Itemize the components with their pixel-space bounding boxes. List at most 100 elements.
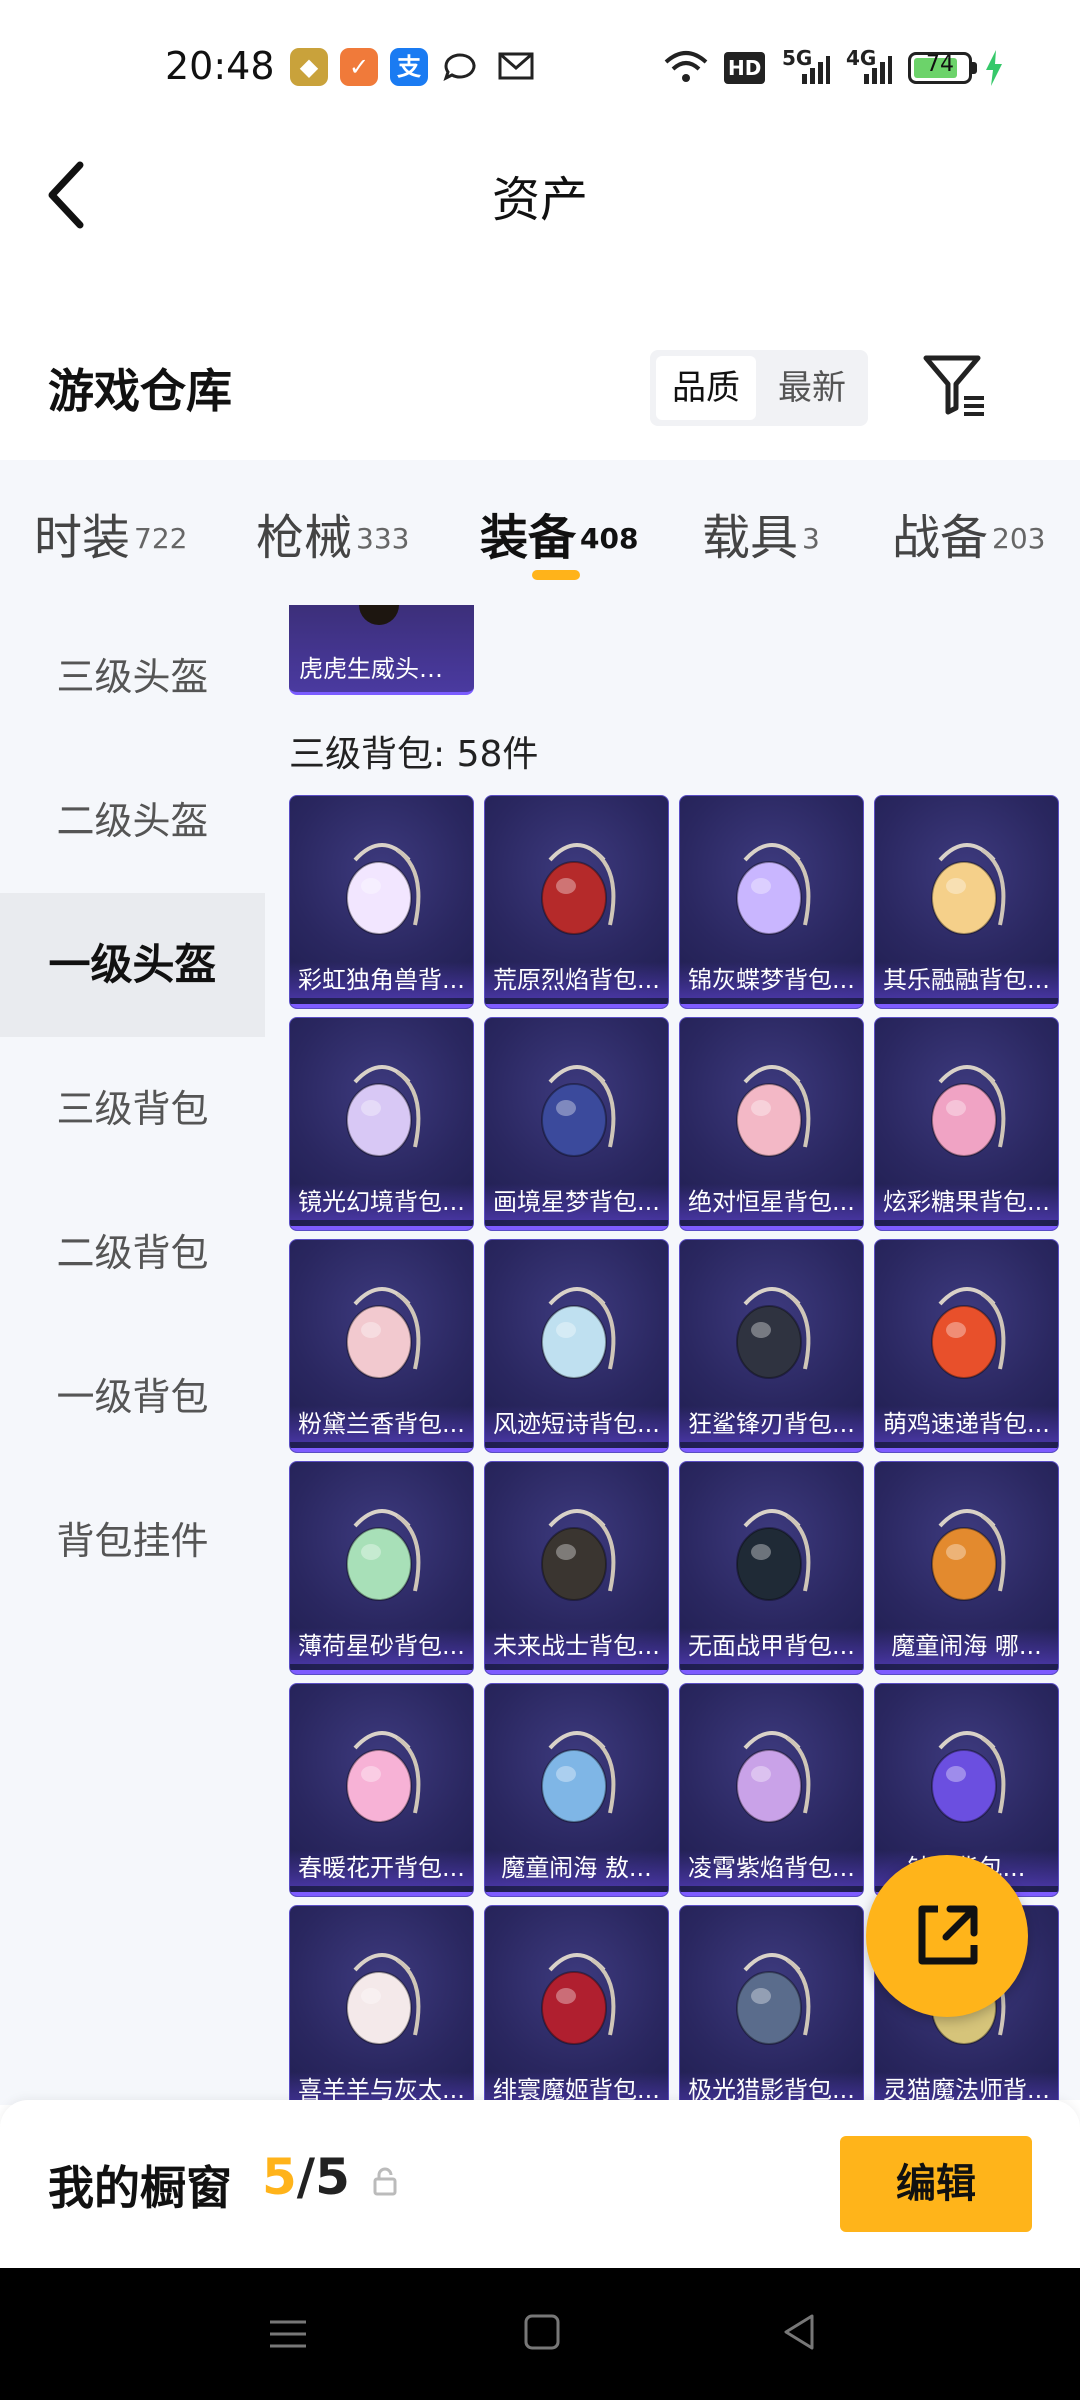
showcase-max: 5 [315, 2148, 350, 2206]
showcase-count: 5/5 [262, 2148, 350, 2206]
back-nav-icon[interactable] [780, 2312, 820, 2352]
backpack-art [540, 1287, 615, 1379]
backpack-art [930, 1731, 1005, 1823]
backpack-art [345, 1509, 420, 1601]
showcase-separator: / [296, 2148, 316, 2206]
edit-button[interactable]: 编辑 [840, 2136, 1032, 2232]
item-card[interactable]: 极光猎影背包... [679, 1905, 864, 2100]
item-name: 镜光幻境背包... [290, 1184, 473, 1220]
game-app-icon: ◆ [290, 48, 328, 86]
backpack-art [540, 1953, 615, 2045]
tab-combat-gear[interactable]: 战备 203 [892, 498, 1045, 568]
tab-count: 333 [356, 521, 410, 555]
side-nav: 三级头盔 二级头盔 一级头盔 三级背包 二级背包 一级背包 背包挂件 [0, 605, 265, 2105]
item-name: 粉黛兰香背包... [290, 1406, 473, 1442]
share-icon [918, 1905, 978, 1965]
home-icon[interactable] [522, 2312, 562, 2352]
item-card[interactable]: 画境星梦背包... [484, 1017, 669, 1231]
backpack-art [345, 843, 420, 935]
tab-equipment[interactable]: 装备 408 [480, 498, 638, 568]
charging-icon [986, 50, 1002, 86]
hd-icon: HD [724, 52, 766, 84]
tab-label: 时装 [34, 510, 131, 566]
tab-fashion[interactable]: 时装 722 [34, 498, 187, 568]
share-button[interactable] [866, 1855, 1028, 2017]
item-name: 绝对恒星背包... [680, 1184, 863, 1220]
item-card[interactable]: 镜光幻境背包... [289, 1017, 474, 1231]
tab-count: 3 [802, 521, 820, 555]
asset-screen: 20:48 ◆ ✓ 支 HD 5G 4G 74 资产 游戏仓库 品质 最新 时装… [0, 0, 1080, 2400]
tab-count: 722 [134, 521, 188, 555]
item-card[interactable]: 狂鲨锋刃背包... [679, 1239, 864, 1453]
item-name: 灵猫魔法师背... [875, 2072, 1058, 2100]
item-card[interactable]: 绯寰魔姬背包... [484, 1905, 669, 2100]
item-card[interactable]: 彩虹独角兽背... [289, 795, 474, 1009]
backpack-art [735, 1953, 810, 2045]
tab-count: 408 [580, 521, 639, 555]
battery-icon: 74 [908, 52, 972, 84]
item-name: 春暖花开背包... [290, 1850, 473, 1886]
backpack-art [540, 1065, 615, 1157]
item-card[interactable]: 春暖花开背包... [289, 1683, 474, 1897]
sort-option-newest[interactable]: 最新 [762, 356, 862, 420]
menu-icon[interactable] [268, 2314, 308, 2354]
item-card[interactable]: 魔童闹海 敖... [484, 1683, 669, 1897]
app-icon: ✓ [340, 48, 378, 86]
item-name: 薄荷星砂背包... [290, 1628, 473, 1664]
item-name: 喜羊羊与灰太... [290, 2072, 473, 2100]
item-card[interactable]: 凌霄紫焰背包... [679, 1683, 864, 1897]
item-card[interactable]: 无面战甲背包... [679, 1461, 864, 1675]
battery-tip [972, 62, 977, 74]
backpack-art [345, 1953, 420, 2045]
nav-item-level3-helmet[interactable]: 三级头盔 [0, 605, 265, 749]
backpack-art [540, 1509, 615, 1601]
status-bar: 20:48 ◆ ✓ 支 HD 5G 4G 74 [0, 0, 1080, 130]
system-nav-bar [0, 2268, 1080, 2400]
tab-vehicles[interactable]: 载具 3 [702, 498, 820, 568]
signal-4g-icon [864, 56, 892, 84]
backpack-art [345, 1287, 420, 1379]
item-name: 魔童闹海 敖... [485, 1850, 668, 1886]
item-card[interactable]: 炫彩糖果背包... [874, 1017, 1059, 1231]
backpack-art [930, 1509, 1005, 1601]
item-card[interactable]: 薄荷星砂背包... [289, 1461, 474, 1675]
tab-label: 装备 [480, 510, 577, 566]
nav-item-backpack-charm[interactable]: 背包挂件 [0, 1469, 265, 1613]
item-card[interactable]: 粉黛兰香背包... [289, 1239, 474, 1453]
item-name: 凌霄紫焰背包... [680, 1850, 863, 1886]
nav-item-level3-backpack[interactable]: 三级背包 [0, 1037, 265, 1181]
showcase-label: 我的橱窗 [48, 2161, 232, 2215]
sort-option-quality[interactable]: 品质 [656, 356, 756, 420]
backpack-art [735, 1731, 810, 1823]
tab-label: 枪械 [256, 510, 353, 566]
item-card[interactable]: 魔童闹海 哪... [874, 1461, 1059, 1675]
item-card[interactable]: 喜羊羊与灰太... [289, 1905, 474, 2100]
item-card[interactable]: 萌鸡速递背包... [874, 1239, 1059, 1453]
backpack-art [345, 1731, 420, 1823]
filter-icon[interactable] [920, 350, 990, 420]
item-name: 绯寰魔姬背包... [485, 2072, 668, 2100]
item-card[interactable]: 锦灰蝶梦背包... [679, 795, 864, 1009]
item-card[interactable]: 其乐融融背包... [874, 795, 1059, 1009]
nav-item-level1-backpack[interactable]: 一级背包 [0, 1325, 265, 1469]
tab-firearms[interactable]: 枪械 333 [256, 498, 409, 568]
status-time: 20:48 [165, 44, 275, 88]
backpack-art [735, 1287, 810, 1379]
item-name: 虎虎生威头盔... [299, 655, 466, 683]
item-card[interactable]: 荒原烈焰背包... [484, 795, 669, 1009]
nav-item-level2-backpack[interactable]: 二级背包 [0, 1181, 265, 1325]
item-name: 彩虹独角兽背... [290, 962, 473, 998]
lock-icon [373, 2167, 397, 2196]
showcase-current: 5 [262, 2148, 297, 2206]
item-card[interactable]: 绝对恒星背包... [679, 1017, 864, 1231]
mail-icon [498, 52, 534, 80]
sort-toggle: 品质 最新 [650, 350, 868, 426]
item-card[interactable]: 风迹短诗背包... [484, 1239, 669, 1453]
tab-label: 战备 [892, 510, 989, 566]
item-name: 极光猎影背包... [680, 2072, 863, 2100]
item-name: 荒原烈焰背包... [485, 962, 668, 998]
item-card[interactable]: 未来战士背包... [484, 1461, 669, 1675]
item-card[interactable]: 虎虎生威头盔... [289, 605, 474, 695]
nav-item-level1-helmet[interactable]: 一级头盔 [0, 893, 265, 1037]
nav-item-level2-helmet[interactable]: 二级头盔 [0, 749, 265, 893]
